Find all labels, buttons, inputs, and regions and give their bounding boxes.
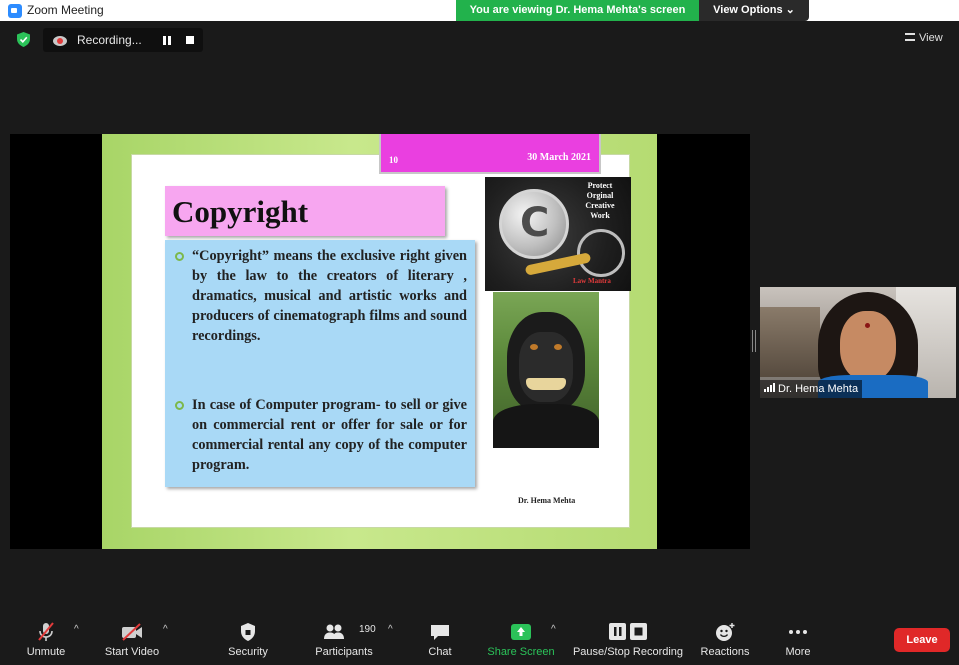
security-shield-icon — [241, 623, 255, 641]
participant-name: Dr. Hema Mehta — [778, 383, 859, 395]
panel-resize-handle[interactable] — [752, 330, 756, 352]
participant-count: 190 — [359, 624, 376, 635]
pause-stop-recording-button[interactable]: Pause/Stop Recording — [570, 612, 686, 665]
viewing-screen-banner: You are viewing Dr. Hema Mehta's screen — [456, 0, 699, 21]
image-watermark: Law Mantra — [573, 277, 611, 285]
pause-stop-recording-icon — [609, 623, 647, 640]
view-label: View — [919, 32, 943, 44]
participants-button[interactable]: 190 Participants — [312, 612, 376, 665]
shared-screen: 10 30 March 2021 Copyright “Copyright” m… — [10, 134, 750, 549]
leave-meeting-button[interactable]: Leave — [894, 628, 950, 652]
gallery-view-icon — [905, 33, 915, 41]
pause-recording-icon[interactable] — [163, 36, 172, 45]
encryption-shield-icon[interactable] — [17, 32, 30, 47]
cloud-recording-icon — [53, 36, 67, 46]
window-title: Zoom Meeting — [27, 3, 104, 17]
reactions-label: Reactions — [700, 646, 750, 658]
slide-body-box: “Copyright” means the exclusive right gi… — [165, 240, 475, 487]
monkey-body — [493, 404, 599, 448]
video-options-chevron-icon[interactable]: ^ — [163, 624, 168, 635]
reactions-smiley-icon — [716, 623, 735, 641]
stop-recording-icon[interactable] — [186, 36, 194, 44]
share-screen-icon — [511, 624, 531, 640]
slide-signature: Dr. Hema Mehta — [518, 496, 576, 505]
monkey-selfie-image — [493, 292, 599, 448]
unmute-button[interactable]: Unmute — [20, 612, 72, 665]
image-caption: Protect Orginal Creative Work — [585, 181, 615, 220]
bullet-text: “Copyright” means the exclusive right gi… — [192, 248, 467, 344]
signal-strength-icon — [764, 383, 775, 392]
recording-label: Recording... — [77, 33, 142, 47]
copyright-icon — [499, 189, 569, 259]
background-shelf — [760, 307, 820, 377]
meeting-toolbar: Unmute ^ Start Video ^ Security 190 Part… — [0, 612, 959, 665]
bullet-circle-icon — [175, 401, 184, 410]
slide-title: Copyright — [172, 194, 309, 229]
start-video-button[interactable]: Start Video — [100, 612, 164, 665]
view-layout-button[interactable]: View — [905, 32, 943, 44]
muted-microphone-icon — [38, 622, 54, 641]
view-options-button[interactable]: View Options ⌄ — [699, 0, 809, 21]
video-off-icon — [122, 623, 142, 641]
participant-name-label: Dr. Hema Mehta — [760, 380, 863, 398]
zoom-meeting-window: Zoom Meeting You are viewing Dr. Hema Me… — [0, 0, 959, 665]
security-button[interactable]: Security — [222, 612, 274, 665]
pause-stop-recording-label: Pause/Stop Recording — [572, 646, 684, 658]
monkey-face — [519, 332, 573, 402]
start-video-label: Start Video — [104, 646, 160, 658]
monkey-eye — [530, 344, 538, 350]
chat-label: Chat — [428, 646, 452, 658]
recording-indicator: Recording... — [43, 28, 203, 52]
bullet-text: In case of Computer program- to sell or … — [192, 397, 467, 473]
slide-title-box: Copyright — [165, 186, 445, 236]
zoom-app-icon — [8, 4, 22, 18]
more-button[interactable]: More — [778, 612, 818, 665]
reactions-button[interactable]: Reactions — [697, 612, 753, 665]
unmute-label: Unmute — [26, 646, 66, 658]
monkey-eye — [554, 344, 562, 350]
participants-icon — [324, 624, 344, 639]
person-face — [840, 311, 896, 381]
chat-button[interactable]: Chat — [418, 612, 462, 665]
audio-options-chevron-icon[interactable]: ^ — [74, 624, 79, 635]
share-screen-button[interactable]: Share Screen — [486, 612, 556, 665]
slide-bullet: In case of Computer program- to sell or … — [175, 395, 467, 475]
slide-date: 30 March 2021 — [527, 152, 591, 163]
share-options-chevron-icon[interactable]: ^ — [551, 624, 556, 635]
person-bindi — [865, 323, 870, 328]
share-screen-label: Share Screen — [487, 646, 555, 658]
bullet-circle-icon — [175, 252, 184, 261]
participants-label: Participants — [315, 646, 373, 658]
security-label: Security — [228, 646, 268, 658]
copyright-symbol-image: Protect Orginal Creative Work Law Mantra — [485, 177, 631, 291]
slide-bullet: “Copyright” means the exclusive right gi… — [175, 246, 467, 346]
participants-options-chevron-icon[interactable]: ^ — [388, 624, 393, 635]
more-label: More — [785, 646, 811, 658]
more-dots-icon — [789, 630, 807, 634]
slide-number: 10 — [389, 155, 398, 165]
chat-bubble-icon — [431, 625, 449, 640]
monkey-teeth — [526, 378, 566, 390]
participant-video-tile[interactable]: Dr. Hema Mehta — [760, 287, 956, 398]
slide-header-bar: 10 30 March 2021 — [379, 134, 601, 174]
